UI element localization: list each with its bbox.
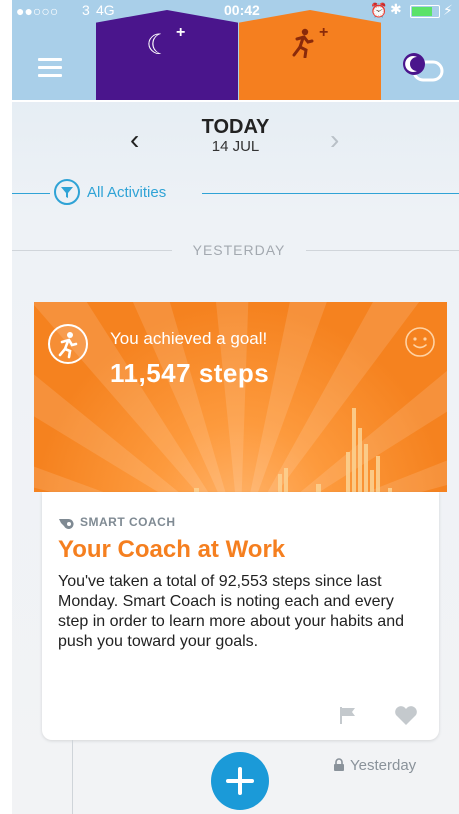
runner-icon [289, 28, 315, 65]
separator-line [12, 250, 172, 251]
filter-divider [12, 193, 50, 194]
plus-icon-bar [226, 779, 254, 783]
plus-icon: + [176, 24, 186, 41]
menu-line [38, 74, 62, 77]
date-title: TODAY [201, 116, 270, 138]
activity-bar [316, 484, 321, 492]
alarm-icon: ⏰ [370, 2, 388, 18]
separator-label: YESTERDAY [192, 242, 286, 258]
date-subtitle: 14 JUL [211, 138, 260, 155]
sleep-tab[interactable]: ☾ + [96, 10, 238, 100]
add-button[interactable] [211, 752, 269, 810]
chevron-right-icon: › [330, 124, 340, 155]
activity-bar [346, 452, 350, 492]
carrier-label: 3 [82, 2, 90, 18]
goal-steps: 11,547 steps [110, 358, 270, 388]
left-edge [0, 0, 12, 814]
smiley-icon[interactable] [404, 326, 436, 358]
activity-bar [376, 456, 380, 492]
battery-icon [410, 5, 440, 18]
activity-bar [352, 408, 356, 492]
bluetooth-icon: ✱ [390, 1, 402, 17]
separator-line [306, 250, 459, 251]
plus-icon: + [319, 24, 329, 41]
menu-line [38, 66, 62, 69]
activity-bar [284, 468, 288, 492]
signal-indicator: ●●○○○ [16, 3, 59, 19]
coach-body: You've taken a total of 92,553 steps sin… [58, 573, 404, 650]
moon-icon: ☾ [146, 29, 172, 60]
move-tab[interactable]: + [239, 10, 381, 100]
clock: 00:42 [224, 2, 260, 18]
activity-bar [370, 470, 374, 492]
activity-filter: All Activities [12, 178, 459, 208]
smart-coach-card[interactable]: SMART COACH Your Coach at Work You've ta… [42, 492, 439, 740]
filter-icon[interactable] [54, 179, 80, 205]
charging-icon: ⚡ [443, 2, 453, 18]
menu-line [38, 58, 62, 61]
lock-icon [333, 758, 345, 772]
coach-title: Your Coach at Work [58, 536, 286, 563]
activity-bar [278, 474, 282, 492]
card-timestamp: Yesterday [350, 757, 417, 774]
day-separator: YESTERDAY [12, 240, 459, 260]
filter-label[interactable]: All Activities [87, 184, 166, 201]
header-divider [12, 100, 459, 102]
status-bar: ●●○○○ 3 4G 00:42 ⏰ ✱ ⚡ [12, 0, 459, 20]
menu-button[interactable] [38, 58, 62, 78]
timeline-line [72, 740, 73, 814]
flag-icon[interactable] [338, 705, 358, 725]
activity-bar [358, 428, 362, 492]
date-navigator: ‹ TODAY 14 JUL › [12, 108, 459, 168]
coach-whistle-icon [58, 516, 76, 529]
goal-message: You achieved a goal! [110, 329, 268, 348]
activity-bar [364, 444, 368, 492]
filter-divider [202, 193, 459, 194]
sleep-mode-toggle[interactable] [400, 52, 446, 82]
goal-card[interactable]: You achieved a goal! 11,547 steps [34, 302, 447, 492]
coach-tag: SMART COACH [80, 515, 176, 529]
runner-badge-icon [48, 324, 88, 364]
app-screen: ☾ + + ●●○○○ 3 4G 00:42 ⏰ ✱ ⚡ ‹ TODAY 14 … [12, 0, 459, 814]
network-label: 4G [96, 2, 115, 18]
heart-icon[interactable] [394, 706, 418, 726]
